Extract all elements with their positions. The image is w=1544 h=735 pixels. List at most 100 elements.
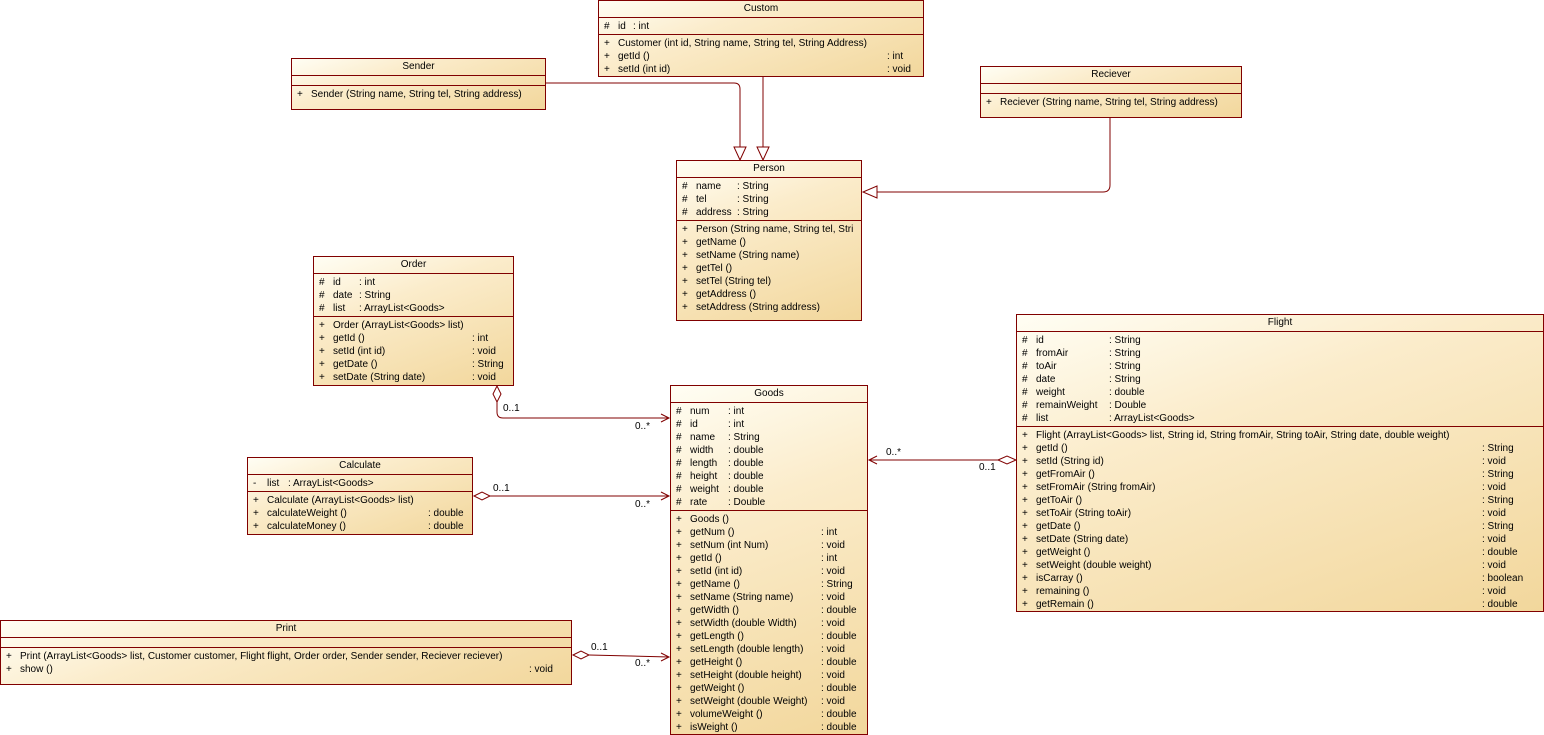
class-name: Sender: [292, 59, 545, 76]
attribute-row[interactable]: # list: ArrayList<Goods>: [314, 302, 513, 315]
operation-row[interactable]: + getLength (): double: [671, 630, 867, 643]
operation-row[interactable]: + getTel (): [677, 262, 861, 275]
operation-row[interactable]: + Print (ArrayList<Goods> list, Customer …: [1, 650, 571, 663]
member-type: : void: [821, 540, 845, 551]
operation-row[interactable]: + getRemain (): double: [1017, 598, 1543, 611]
operation-row[interactable]: + getWidth (): double: [671, 604, 867, 617]
attribute-row[interactable]: # address: String: [677, 206, 861, 219]
member-name: setNum (int Num): [690, 540, 769, 551]
attribute-row[interactable]: # remainWeight: Double: [1017, 399, 1543, 412]
aggregation-diamond: [571, 650, 591, 660]
operation-row[interactable]: + Goods (): [671, 513, 867, 526]
class-calculate[interactable]: Calculate - list: ArrayList<Goods> + Calcula…: [247, 457, 473, 535]
attribute-row[interactable]: # tel: String: [677, 193, 861, 206]
member-type: : String: [737, 181, 769, 192]
operation-row[interactable]: + Sender (String name, String tel, String…: [292, 88, 545, 101]
member-name: getId (): [690, 553, 722, 564]
attribute-row[interactable]: # name: String: [677, 180, 861, 193]
class-sender[interactable]: Sender + Sender (String name, String tel, …: [291, 58, 546, 110]
attribute-row[interactable]: # date: String: [314, 289, 513, 302]
member-name: calculateMoney (): [267, 521, 346, 532]
operation-row[interactable]: + remaining (): void: [1017, 585, 1543, 598]
operation-row[interactable]: + getId (): int: [599, 50, 923, 63]
operation-row[interactable]: + setName (String name): [677, 249, 861, 262]
operation-row[interactable]: + setTel (String tel): [677, 275, 861, 288]
operation-row[interactable]: + getToAir (): String: [1017, 494, 1543, 507]
member-type: : void: [1482, 456, 1506, 467]
attribute-row[interactable]: # weight: double: [671, 483, 867, 496]
class-person[interactable]: Person # name: String # tel: String # address:…: [676, 160, 862, 321]
visibility-marker: +: [676, 579, 682, 590]
operation-row[interactable]: + getNum (): int: [671, 526, 867, 539]
attribute-row[interactable]: # list: ArrayList<Goods>: [1017, 412, 1543, 425]
operation-row[interactable]: + isCarray (): boolean: [1017, 572, 1543, 585]
operation-row[interactable]: + getWeight (): double: [1017, 546, 1543, 559]
attribute-row[interactable]: # rate: Double: [671, 496, 867, 509]
operation-row[interactable]: + setName (String name): void: [671, 591, 867, 604]
operation-row[interactable]: + setNum (int Num): void: [671, 539, 867, 552]
operation-row[interactable]: + getId (): String: [1017, 442, 1543, 455]
operation-row[interactable]: + Person (String name, String tel, Stri: [677, 223, 861, 236]
operation-row[interactable]: + setAddress (String address): [677, 301, 861, 314]
operation-row[interactable]: + setWeight (double weight): void: [1017, 559, 1543, 572]
member-type: : double: [728, 458, 764, 469]
operation-row[interactable]: + setDate (String date): void: [314, 371, 513, 384]
attribute-row[interactable]: - list: ArrayList<Goods>: [248, 477, 472, 490]
operation-row[interactable]: + getDate (): String: [314, 358, 513, 371]
operation-row[interactable]: + getWeight (): double: [671, 682, 867, 695]
class-print[interactable]: Print + Print (ArrayList<Goods> list, Cust…: [0, 620, 572, 685]
operation-row[interactable]: + Customer (int id, String name, String t…: [599, 37, 923, 50]
class-goods[interactable]: Goods # num: int # id: int # name: String # widt…: [670, 385, 868, 735]
operation-row[interactable]: + setId (String id): void: [1017, 455, 1543, 468]
attribute-row[interactable]: # num: int: [671, 405, 867, 418]
class-custom[interactable]: Custom # id: int + Customer (int id, String …: [598, 0, 924, 77]
operation-row[interactable]: + getName (): [677, 236, 861, 249]
operation-row[interactable]: + getAddress (): [677, 288, 861, 301]
operation-row[interactable]: + Reciever (String name, String tel, Stri…: [981, 96, 1241, 109]
attribute-row[interactable]: # length: double: [671, 457, 867, 470]
operation-row[interactable]: + setWeight (double Weight): void: [671, 695, 867, 708]
class-order[interactable]: Order # id: int # date: String # list: ArrayLi…: [313, 256, 514, 386]
class-flight[interactable]: Flight # id: String # fromAir: String # toAir:…: [1016, 314, 1544, 612]
operation-row[interactable]: + setId (int id): void: [314, 345, 513, 358]
operation-row[interactable]: + getName (): String: [671, 578, 867, 591]
operation-row[interactable]: + volumeWeight (): double: [671, 708, 867, 721]
operation-row[interactable]: + calculateWeight (): double: [248, 507, 472, 520]
attribute-row[interactable]: # id: int: [314, 276, 513, 289]
operation-row[interactable]: + Calculate (ArrayList<Goods> list): [248, 494, 472, 507]
operation-row[interactable]: + show (): void: [1, 663, 571, 676]
member-name: show (): [20, 664, 53, 675]
attribute-row[interactable]: # id: int: [599, 20, 923, 33]
operation-row[interactable]: + setHeight (double height): void: [671, 669, 867, 682]
operation-row[interactable]: + getHeight (): double: [671, 656, 867, 669]
operation-row[interactable]: + getFromAir (): String: [1017, 468, 1543, 481]
operation-row[interactable]: + setDate (String date): void: [1017, 533, 1543, 546]
attribute-row[interactable]: # fromAir: String: [1017, 347, 1543, 360]
member-name: getAddress (): [696, 289, 757, 300]
operation-row[interactable]: + calculateMoney (): double: [248, 520, 472, 533]
attribute-row[interactable]: # id: int: [671, 418, 867, 431]
attribute-row[interactable]: # id: String: [1017, 334, 1543, 347]
operation-row[interactable]: + isWeight (): double: [671, 721, 867, 734]
class-reciever[interactable]: Reciever + Reciever (String name, String t…: [980, 66, 1242, 118]
operation-row[interactable]: + setLength (double length): void: [671, 643, 867, 656]
operation-row[interactable]: + Order (ArrayList<Goods> list): [314, 319, 513, 332]
operation-row[interactable]: + setId (int id): void: [671, 565, 867, 578]
operation-row[interactable]: + setToAir (String toAir): void: [1017, 507, 1543, 520]
member-name: weight: [690, 484, 719, 495]
visibility-marker: +: [1022, 469, 1028, 480]
attribute-row[interactable]: # toAir: String: [1017, 360, 1543, 373]
attribute-row[interactable]: # weight: double: [1017, 386, 1543, 399]
member-name: setFromAir (String fromAir): [1036, 482, 1156, 493]
attribute-row[interactable]: # height: double: [671, 470, 867, 483]
attribute-row[interactable]: # width: double: [671, 444, 867, 457]
operation-row[interactable]: + getId (): int: [671, 552, 867, 565]
attribute-row[interactable]: # name: String: [671, 431, 867, 444]
attribute-row[interactable]: # date: String: [1017, 373, 1543, 386]
operation-row[interactable]: + setWidth (double Width): void: [671, 617, 867, 630]
operation-row[interactable]: + getDate (): String: [1017, 520, 1543, 533]
operation-row[interactable]: + Flight (ArrayList<Goods> list, String i…: [1017, 429, 1543, 442]
operation-row[interactable]: + setFromAir (String fromAir): void: [1017, 481, 1543, 494]
operation-row[interactable]: + getId (): int: [314, 332, 513, 345]
operation-row[interactable]: + setId (int id): void: [599, 63, 923, 76]
